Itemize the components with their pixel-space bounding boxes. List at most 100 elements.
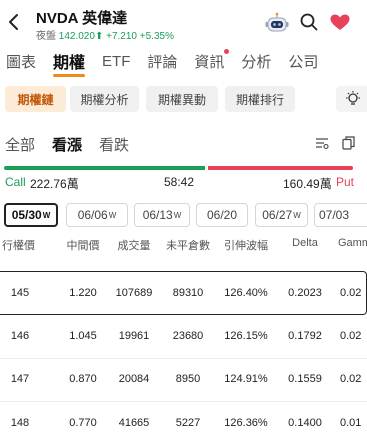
call-put-ratio-bar (4, 166, 353, 171)
expiry-label: 05/30 (11, 208, 42, 222)
weekly-marker: W (293, 210, 301, 220)
filter-icon[interactable] (315, 137, 329, 150)
mid-price-cell: 0.770 (69, 417, 97, 429)
strike-cell: 147 (10, 373, 30, 385)
chip-option-unusual[interactable]: 期權異動 (146, 86, 218, 112)
expiry-label: 06/27 (262, 208, 293, 222)
option-table-header: 行權價 中間價 成交量 未平倉數 引伸波幅 Delta Gamma (0, 237, 367, 263)
chip-option-analysis[interactable]: 期權分析 (70, 86, 139, 112)
stock-quote: 夜盤 142.020⬆ +7.210 +5.35% (36, 27, 174, 42)
call-put-filter: 全部 看漲 看跌 (0, 134, 367, 158)
table-row[interactable]: 147 0.870 20084 8950 124.91% 0.1559 0.02 (0, 358, 367, 402)
open-interest-cell: 23680 (172, 330, 204, 342)
session-label: 夜盤 (36, 31, 56, 42)
expiry-label: 07/03 (319, 208, 350, 222)
subtab-all[interactable]: 全部 (5, 134, 35, 155)
gamma-cell: 0.01 (340, 417, 362, 429)
delta-cell: 0.1559 (288, 373, 322, 385)
expiry-date-0620[interactable]: 06/20 (196, 203, 248, 227)
robot-icon[interactable] (265, 12, 289, 34)
stock-symbol: NVDA (36, 10, 78, 27)
col-delta[interactable]: Delta (282, 237, 328, 249)
col-volume[interactable]: 成交量 (111, 237, 157, 253)
volume-cell: 107689 (115, 287, 153, 299)
col-strike[interactable]: 行權價 (2, 237, 40, 253)
chip-option-chain[interactable]: 期權鏈 (5, 86, 66, 112)
stock-price: 142.020 (58, 31, 95, 42)
strike-cell: 148 (10, 417, 30, 429)
tab-analysis[interactable]: 分析 (241, 51, 271, 72)
gamma-cell: 0.02 (340, 330, 362, 342)
expiry-date-0530[interactable]: 05/30 W (4, 203, 58, 227)
weekly-marker: W (173, 210, 182, 220)
tab-chart[interactable]: 圖表 (6, 51, 36, 72)
table-row[interactable]: 146 1.045 19961 23680 126.15% 0.1792 0.0… (0, 315, 367, 359)
lightbulb-button[interactable] (336, 86, 367, 112)
price-up-arrow: ⬆ (94, 31, 104, 42)
table-row[interactable]: 145 1.220 107689 89310 126.40% 0.2023 0.… (0, 271, 367, 315)
tab-news-label: 資訊 (194, 53, 225, 71)
tab-company[interactable]: 公司 (288, 51, 318, 72)
notification-dot (224, 48, 230, 54)
mid-price-cell: 0.870 (69, 373, 97, 385)
mid-price-cell: 1.220 (69, 287, 97, 299)
stock-title: NVDA 英偉達 (36, 7, 127, 28)
call-put-ratio: 58:42 (164, 175, 195, 189)
iv-cell: 126.40% (224, 287, 268, 299)
delta-cell: 0.2023 (288, 287, 322, 299)
open-interest-cell: 8950 (175, 373, 201, 385)
volume-cell: 19961 (118, 330, 150, 342)
top-bar: NVDA 英偉達 夜盤 142.020⬆ +7.210 +5.35% (0, 0, 367, 44)
call-label: Call (5, 175, 26, 189)
tab-etf[interactable]: ETF (102, 53, 130, 70)
heart-icon[interactable] (330, 14, 350, 31)
copy-icon[interactable] (342, 136, 355, 150)
delta-cell: 0.1400 (288, 417, 322, 429)
options-sub-nav: 期權鏈 期權分析 期權異動 期權排行 (0, 86, 367, 114)
gamma-cell: 0.02 (340, 373, 362, 385)
expiry-label: 06/06 (77, 208, 108, 222)
expiry-date-0703[interactable]: 07/03 (314, 203, 367, 227)
weekly-marker: W (42, 210, 51, 220)
strike-cell: 146 (10, 330, 30, 342)
chip-option-ranking[interactable]: 期權排行 (225, 86, 295, 112)
expiry-date-0627[interactable]: 06/27 W (255, 203, 308, 227)
call-put-ratio-row: Call 222.76萬 58:42 160.49萬 Put (0, 175, 367, 191)
open-interest-cell: 5227 (175, 417, 201, 429)
put-share-fill (208, 166, 353, 170)
iv-cell: 126.15% (224, 330, 268, 342)
expiry-date-0613[interactable]: 06/13 W (134, 203, 190, 227)
strike-cell: 145 (10, 287, 30, 299)
mid-price-cell: 1.045 (69, 330, 97, 342)
tab-news[interactable]: 資訊 (194, 48, 230, 72)
expiration-date-selector: 05/30 W 06/06 W 06/13 W 06/20 06/27 W 07/03 (0, 203, 367, 229)
search-icon[interactable] (300, 13, 318, 31)
subtab-calls[interactable]: 看漲 (52, 134, 82, 155)
iv-cell: 124.91% (224, 373, 268, 385)
put-volume: 160.49萬 (283, 177, 332, 191)
delta-cell: 0.1792 (288, 330, 322, 342)
volume-cell: 41665 (118, 417, 150, 429)
call-share-fill (4, 166, 205, 170)
price-change-pct: +5.35% (139, 31, 174, 42)
tab-comments[interactable]: 評論 (147, 51, 177, 72)
col-gamma[interactable]: Gamma (338, 237, 367, 249)
price-change: +7.210 (106, 31, 137, 42)
col-open-interest[interactable]: 未平倉數 (160, 237, 216, 253)
expiry-date-0606[interactable]: 06/06 W (66, 203, 128, 227)
tab-options[interactable]: 期權 (53, 49, 86, 77)
call-volume: 222.76萬 (30, 177, 79, 191)
expiry-label: 06/13 (142, 208, 173, 222)
gamma-cell: 0.02 (340, 287, 362, 299)
table-row[interactable]: 148 0.770 41665 5227 126.36% 0.1400 0.01 (0, 402, 367, 446)
weekly-marker: W (108, 210, 117, 220)
col-mid-price[interactable]: 中間價 (60, 237, 106, 253)
iv-cell: 126.36% (224, 417, 268, 429)
open-interest-cell: 89310 (172, 287, 204, 299)
chevron-left-icon[interactable] (6, 13, 22, 31)
subtab-puts[interactable]: 看跌 (99, 134, 129, 155)
put-label: Put (336, 175, 355, 189)
col-implied-volatility[interactable]: 引伸波幅 (218, 237, 274, 253)
stock-name: 英偉達 (82, 10, 128, 27)
lightbulb-icon (346, 91, 360, 105)
